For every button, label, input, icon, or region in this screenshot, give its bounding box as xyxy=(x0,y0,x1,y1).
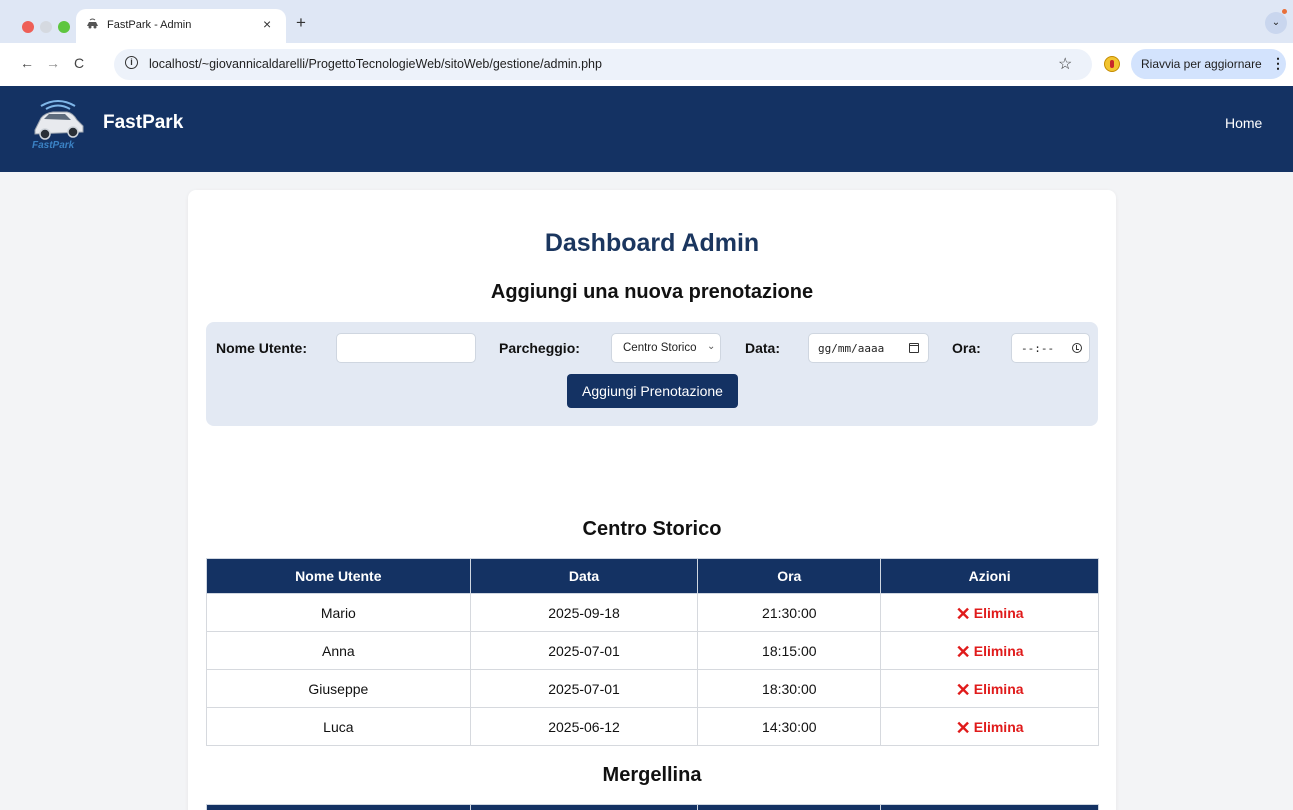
add-booking-button[interactable]: Aggiungi Prenotazione xyxy=(567,374,738,408)
window-minimize-dot[interactable] xyxy=(40,21,52,33)
cell-user: Anna xyxy=(206,631,471,670)
browser-tab-active[interactable]: FastPark - Admin × xyxy=(76,9,286,43)
nav-home-link[interactable]: Home xyxy=(1225,115,1262,131)
cell-time: 21:30:00 xyxy=(697,593,882,632)
parking-label: Parcheggio: xyxy=(499,340,580,356)
table-header-row: Nome Utente Data Ora Azioni xyxy=(206,804,1099,810)
cell-actions: ✕ Elimina xyxy=(880,593,1099,632)
cell-actions: ✕ Elimina xyxy=(880,631,1099,670)
cell-date: 2025-09-18 xyxy=(469,593,699,632)
column-header-date: Data xyxy=(469,804,699,810)
new-tab-icon[interactable]: + xyxy=(296,13,306,33)
window-close-dot[interactable] xyxy=(22,21,34,33)
user-name-input[interactable] xyxy=(336,333,476,363)
admin-dashboard-card: Dashboard Admin Aggiungi una nuova preno… xyxy=(188,190,1116,810)
delete-label: Elimina xyxy=(973,604,1024,621)
user-name-label: Nome Utente: xyxy=(216,340,308,356)
delete-x-icon: ✕ xyxy=(955,641,971,662)
delete-label: Elimina xyxy=(973,680,1024,697)
browser-toolbar: ← → C i localhost/~giovannicaldarelli/Pr… xyxy=(0,43,1293,86)
column-header-user: Nome Utente xyxy=(206,804,471,810)
time-input[interactable]: --:-- xyxy=(1011,333,1090,363)
date-label: Data: xyxy=(745,340,781,356)
cell-user: Mario xyxy=(206,593,471,632)
cell-time: 18:30:00 xyxy=(697,669,882,708)
cell-time: 18:15:00 xyxy=(697,631,882,670)
tab-title: FastPark - Admin xyxy=(107,19,192,31)
chevron-down-icon: ⌄ xyxy=(707,341,716,352)
delete-booking-link[interactable]: ✕ Elimina xyxy=(955,679,1024,700)
page-title: Dashboard Admin xyxy=(544,229,760,257)
tab-close-icon[interactable]: × xyxy=(263,16,271,32)
svg-text:FastPark: FastPark xyxy=(32,140,75,151)
bookings-table-mergellina: Nome Utente Data Ora Azioni xyxy=(206,804,1099,810)
delete-booking-link[interactable]: ✕ Elimina xyxy=(955,603,1024,624)
cell-user: Giuseppe xyxy=(206,669,471,708)
forward-arrow-icon[interactable]: → xyxy=(46,55,60,71)
url-text[interactable]: localhost/~giovannicaldarelli/ProgettoTe… xyxy=(149,57,602,71)
reload-icon[interactable]: C xyxy=(74,55,84,71)
delete-booking-link[interactable]: ✕ Elimina xyxy=(955,641,1024,662)
add-booking-form: Nome Utente: Parcheggio: Centro Storico … xyxy=(206,322,1098,426)
cell-actions: ✕ Elimina xyxy=(880,669,1099,708)
clock-icon[interactable] xyxy=(1072,343,1082,353)
kebab-menu-icon[interactable]: ⋮ xyxy=(1271,55,1285,72)
bookmark-star-icon[interactable]: ☆ xyxy=(1058,54,1072,74)
brand-name[interactable]: FastPark xyxy=(103,112,183,134)
add-booking-title: Aggiungi una nuova prenotazione xyxy=(490,281,814,303)
tab-favicon-icon xyxy=(86,17,99,33)
address-bar[interactable]: i localhost/~giovannicaldarelli/Progetto… xyxy=(114,49,1092,80)
date-placeholder: gg/mm/aaaa xyxy=(818,342,885,355)
cell-user: Luca xyxy=(206,707,471,746)
cell-date: 2025-07-01 xyxy=(469,669,699,708)
table-row: Luca 2025-06-12 14:30:00 ✕ Elimina xyxy=(206,707,1099,746)
back-arrow-icon[interactable]: ← xyxy=(20,55,34,71)
calendar-icon[interactable] xyxy=(908,343,919,353)
table-row: Anna 2025-07-01 18:15:00 ✕ Elimina xyxy=(206,631,1099,670)
site-info-icon[interactable]: i xyxy=(125,56,138,69)
cell-actions: ✕ Elimina xyxy=(880,707,1099,746)
delete-x-icon: ✕ xyxy=(955,717,971,738)
table-row: Giuseppe 2025-07-01 18:30:00 ✕ Elimina xyxy=(206,669,1099,708)
browser-tab-bar: FastPark - Admin × + ⌄ xyxy=(0,0,1293,43)
column-header-time: Ora xyxy=(697,558,882,594)
column-header-time: Ora xyxy=(697,804,882,810)
cell-time: 14:30:00 xyxy=(697,707,882,746)
section-title-mergellina: Mergellina xyxy=(602,764,702,786)
time-placeholder: --:-- xyxy=(1021,342,1055,355)
date-input[interactable]: gg/mm/aaaa xyxy=(808,333,929,363)
site-header: FastPark FastPark Home xyxy=(0,86,1293,172)
parking-select[interactable]: Centro Storico ⌄ xyxy=(611,333,721,363)
parking-select-value: Centro Storico xyxy=(623,342,697,354)
column-header-actions: Azioni xyxy=(880,804,1099,810)
time-label: Ora: xyxy=(952,340,981,356)
delete-x-icon: ✕ xyxy=(955,603,971,624)
table-header-row: Nome Utente Data Ora Azioni xyxy=(206,558,1099,594)
tab-search-chevron-icon[interactable]: ⌄ xyxy=(1265,12,1287,34)
delete-booking-link[interactable]: ✕ Elimina xyxy=(955,717,1024,738)
cell-date: 2025-07-01 xyxy=(469,631,699,670)
delete-label: Elimina xyxy=(973,718,1024,735)
cell-date: 2025-06-12 xyxy=(469,707,699,746)
table-row: Mario 2025-09-18 21:30:00 ✕ Elimina xyxy=(206,593,1099,632)
update-browser-button[interactable]: Riavvia per aggiornare ⋮ xyxy=(1131,49,1286,79)
update-button-label: Riavvia per aggiornare xyxy=(1141,57,1262,71)
bookings-table-centro-storico: Nome Utente Data Ora Azioni Mario 2025-0… xyxy=(206,558,1099,746)
section-title-centro-storico: Centro Storico xyxy=(582,518,722,540)
column-header-user: Nome Utente xyxy=(206,558,471,594)
notification-dot xyxy=(1282,9,1287,14)
column-header-actions: Azioni xyxy=(880,558,1099,594)
extension-icon[interactable] xyxy=(1104,56,1120,72)
fastpark-logo: FastPark xyxy=(32,100,84,151)
column-header-date: Data xyxy=(469,558,699,594)
delete-label: Elimina xyxy=(973,642,1024,659)
window-maximize-dot[interactable] xyxy=(58,21,70,33)
delete-x-icon: ✕ xyxy=(955,679,971,700)
